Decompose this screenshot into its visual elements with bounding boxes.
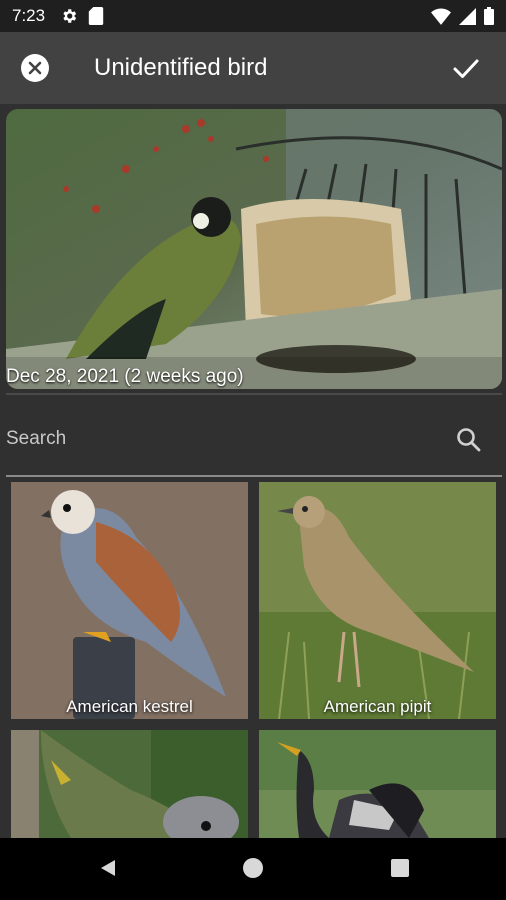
- search-input[interactable]: Search: [6, 428, 66, 450]
- bird-image: [259, 482, 496, 719]
- wifi-icon: [431, 8, 451, 25]
- bird-image: [259, 730, 496, 838]
- search-underline: [6, 475, 502, 477]
- divider: [6, 393, 502, 395]
- bird-photo-image: [6, 109, 502, 389]
- confirm-button[interactable]: [452, 54, 480, 82]
- sd-card-icon: [88, 7, 104, 25]
- bird-photo: [6, 109, 502, 389]
- bird-name: American kestrel: [66, 697, 193, 716]
- check-icon: [453, 59, 479, 78]
- photo-date: Dec 28, 2021 (2 weeks ago): [6, 366, 244, 387]
- search-icon: [457, 428, 481, 452]
- signal-icon: [459, 7, 476, 25]
- home-icon[interactable]: [243, 858, 263, 878]
- status-time: 7:23: [12, 6, 46, 25]
- bird-name: American pipit: [323, 697, 432, 716]
- status-icons-right: [431, 7, 494, 25]
- gear-icon: [63, 9, 77, 23]
- system-nav-bar: [0, 838, 506, 900]
- bird-tile[interactable]: [259, 730, 496, 838]
- bird-tile[interactable]: [11, 730, 248, 838]
- bird-tile[interactable]: American pipit: [259, 482, 496, 719]
- back-icon[interactable]: [98, 858, 118, 878]
- bird-image: [11, 730, 248, 838]
- status-icons-left: [60, 7, 104, 25]
- bird-tile[interactable]: American kestrel: [11, 482, 248, 719]
- search-button[interactable]: [456, 427, 482, 453]
- close-button[interactable]: [20, 53, 50, 83]
- close-icon: [21, 54, 49, 82]
- recents-icon[interactable]: [391, 859, 409, 877]
- bird-image: [11, 482, 248, 719]
- app-bar: Unidentified bird: [0, 32, 506, 104]
- battery-icon: [484, 7, 494, 25]
- status-bar: 7:23: [0, 0, 506, 32]
- page-title: Unidentified bird: [94, 54, 268, 81]
